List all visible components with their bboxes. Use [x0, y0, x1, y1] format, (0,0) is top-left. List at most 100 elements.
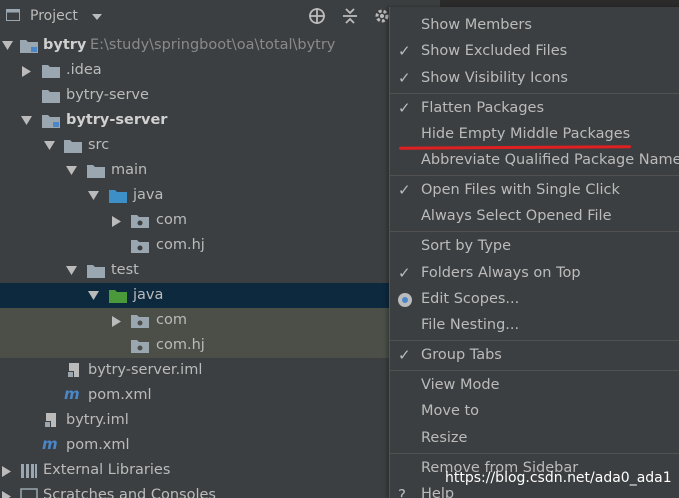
chevron-down-icon[interactable] — [66, 166, 77, 175]
chevron-down-icon[interactable] — [91, 13, 103, 21]
menu-item-label: Help — [421, 486, 455, 498]
check-icon: ✓ — [398, 181, 411, 199]
menu-item-show-excluded-files[interactable]: ✓ Show Excluded Files — [390, 39, 679, 65]
tree-row-bytry-serve[interactable]: bytry-serve — [0, 83, 390, 108]
folder-icon — [64, 140, 82, 153]
menu-separator — [390, 370, 679, 371]
tree-label: External Libraries — [43, 462, 171, 478]
menu-item-label: Show Members — [421, 17, 532, 33]
panel-title[interactable]: Project — [30, 8, 78, 24]
maven-icon: m — [42, 435, 58, 453]
tree-label: test — [111, 262, 139, 278]
folder-icon — [42, 90, 60, 103]
chevron-down-icon[interactable] — [88, 291, 99, 300]
tree-row-pom-server[interactable]: m pom.xml — [0, 383, 390, 408]
menu-item-file-nesting[interactable]: File Nesting... — [390, 313, 679, 339]
menu-item-sort-by-type[interactable]: Sort by Type — [390, 234, 679, 260]
locate-icon[interactable] — [308, 7, 326, 25]
tree-row-bytry-server-iml[interactable]: bytry-server.iml — [0, 358, 390, 383]
maven-icon: m — [64, 385, 80, 403]
tree-label: com.hj — [156, 237, 205, 253]
project-panel-header: Project — [0, 0, 390, 34]
menu-item-edit-scopes[interactable]: Edit Scopes... — [390, 287, 679, 313]
tree-label: src — [88, 137, 110, 153]
menu-item-resize[interactable]: Resize — [390, 426, 679, 452]
menu-item-flatten-packages[interactable]: ✓ Flatten Packages — [390, 96, 679, 122]
menu-item-label: View Mode — [421, 377, 500, 393]
menu-item-show-visibility-icons[interactable]: ✓ Show Visibility Icons — [390, 66, 679, 92]
chevron-right-icon[interactable] — [22, 66, 31, 77]
menu-item-label: Open Files with Single Click — [421, 182, 620, 198]
tree-row-test[interactable]: test — [0, 258, 390, 283]
iml-file-icon — [67, 363, 79, 378]
tree-row-com[interactable]: com — [0, 208, 390, 233]
project-tree[interactable]: bytry E:\study\springboot\oa\total\bytry… — [0, 33, 390, 498]
menu-item-show-members[interactable]: Show Members — [390, 13, 679, 39]
menu-item-label: Group Tabs — [421, 347, 502, 363]
options-popup-menu: Show Members ✓ Show Excluded Files ✓ Sho… — [389, 7, 679, 498]
check-icon: ✓ — [398, 99, 411, 117]
menu-item-label: File Nesting... — [421, 317, 520, 333]
tree-label: bytry.iml — [66, 412, 129, 428]
chevron-down-icon[interactable] — [21, 116, 32, 125]
tree-row-src[interactable]: src — [0, 133, 390, 158]
module-folder-icon — [42, 115, 60, 128]
tree-label: bytry — [43, 37, 87, 53]
package-icon — [131, 240, 149, 253]
tree-row-test-com[interactable]: com — [0, 308, 390, 333]
tree-label: bytry-serve — [66, 87, 149, 103]
menu-item-label: Resize — [421, 430, 468, 446]
tree-label: main — [111, 162, 148, 178]
package-icon — [131, 315, 149, 328]
tree-row-main[interactable]: main — [0, 158, 390, 183]
scratches-icon — [20, 488, 38, 498]
menu-item-label: Sort by Type — [421, 238, 512, 254]
chevron-down-icon[interactable] — [2, 41, 13, 50]
module-folder-icon — [20, 40, 38, 53]
menu-item-view-mode[interactable]: View Mode — [390, 373, 679, 399]
menu-item-move-to[interactable]: Move to — [390, 399, 679, 425]
tree-row-pom-root[interactable]: m pom.xml — [0, 433, 390, 458]
menu-separator — [390, 340, 679, 341]
tree-row-external-libraries[interactable]: External Libraries — [0, 458, 390, 483]
radio-selected-icon — [398, 293, 412, 307]
check-icon: ✓ — [398, 69, 411, 87]
menu-item-label: Edit Scopes... — [421, 291, 520, 307]
tree-row-scratches[interactable]: Scratches and Consoles — [0, 483, 390, 498]
chevron-right-icon[interactable] — [2, 466, 11, 477]
tree-label: Scratches and Consoles — [43, 487, 216, 498]
collapse-all-icon[interactable] — [341, 7, 359, 25]
chevron-right-icon[interactable] — [112, 216, 121, 227]
tree-row-test-com-hj[interactable]: com.hj — [0, 333, 390, 358]
project-icon — [6, 9, 20, 21]
menu-item-label: Abbreviate Qualified Package Names — [421, 152, 679, 168]
project-path: E:\study\springboot\oa\total\bytry — [90, 37, 336, 53]
chevron-right-icon[interactable] — [112, 316, 121, 327]
chevron-down-icon[interactable] — [66, 266, 77, 275]
tree-row-idea[interactable]: .idea — [0, 58, 390, 83]
menu-item-open-files-single-click[interactable]: ✓ Open Files with Single Click — [390, 178, 679, 204]
iml-file-icon — [44, 413, 56, 428]
menu-item-hide-empty-middle-packages[interactable]: Hide Empty Middle Packages — [390, 122, 679, 148]
menu-item-always-select-opened-file[interactable]: Always Select Opened File — [390, 204, 679, 230]
menu-item-label: Hide Empty Middle Packages — [421, 126, 631, 142]
tree-row-bytry-iml[interactable]: bytry.iml — [0, 408, 390, 433]
chevron-down-icon[interactable] — [44, 141, 55, 150]
menu-separator — [390, 453, 679, 454]
tree-row-bytry-server[interactable]: bytry-server — [0, 108, 390, 133]
tree-row-bytry[interactable]: bytry E:\study\springboot\oa\total\bytry — [0, 33, 390, 58]
tree-row-main-java[interactable]: java — [0, 183, 390, 208]
menu-item-group-tabs[interactable]: ✓ Group Tabs — [390, 343, 679, 369]
menu-item-folders-always-on-top[interactable]: ✓ Folders Always on Top — [390, 261, 679, 287]
tree-row-com-hj[interactable]: com.hj — [0, 233, 390, 258]
tree-label: pom.xml — [88, 387, 152, 403]
help-icon: ? — [398, 486, 406, 498]
chevron-down-icon[interactable] — [88, 191, 99, 200]
menu-item-abbreviate-qualified-package-names[interactable]: Abbreviate Qualified Package Names — [390, 148, 679, 174]
check-icon: ✓ — [398, 264, 411, 282]
watermark-text: https://blog.csdn.net/ada0_ada1 — [445, 470, 672, 486]
tree-label: java — [133, 187, 164, 203]
tree-row-test-java[interactable]: java — [0, 283, 390, 308]
source-folder-icon — [109, 190, 127, 203]
chevron-right-icon[interactable] — [2, 491, 11, 498]
